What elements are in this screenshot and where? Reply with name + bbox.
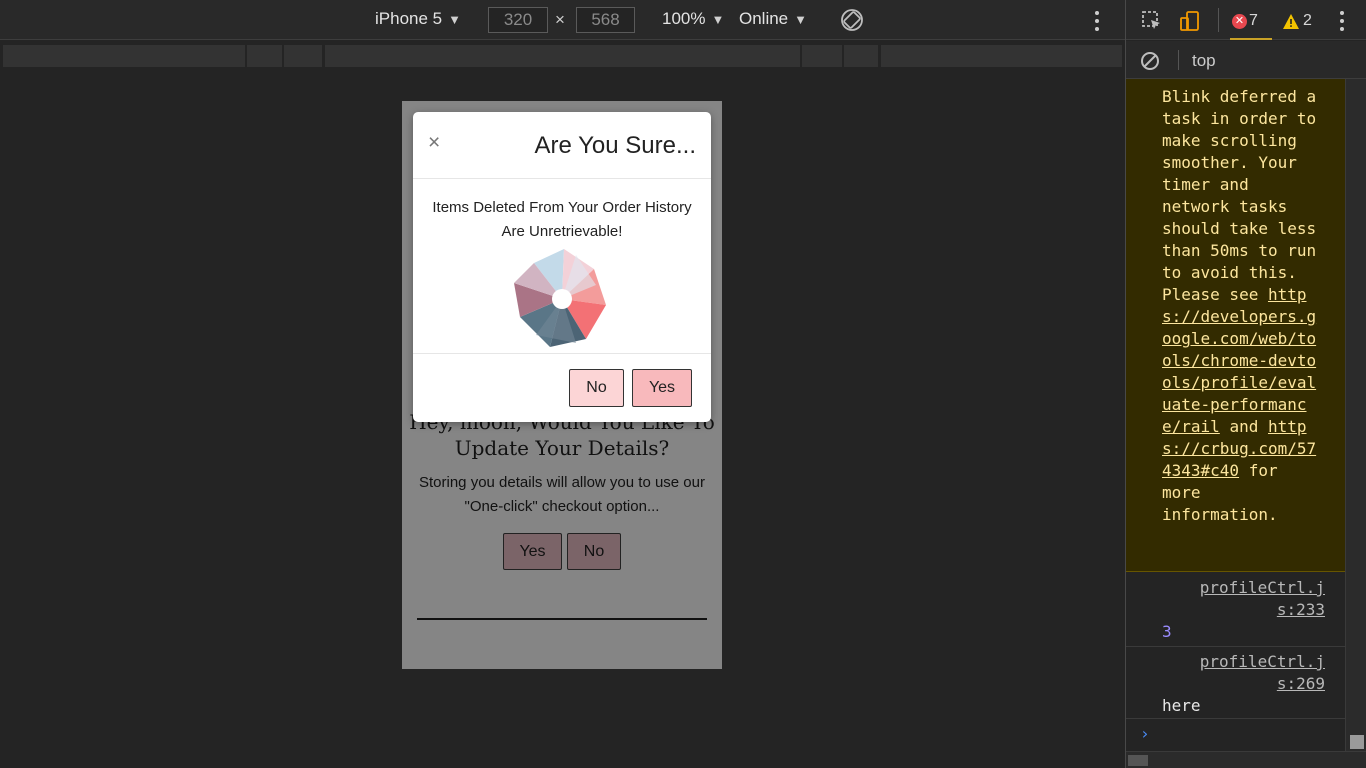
horizontal-scrollbar-thumb[interactable] bbox=[1128, 755, 1148, 766]
context-selector[interactable]: top bbox=[1192, 51, 1216, 71]
warning-and: and bbox=[1229, 417, 1259, 436]
filter-separator bbox=[1178, 50, 1179, 70]
warning-icon bbox=[1283, 13, 1299, 29]
warning-count: 2 bbox=[1303, 12, 1312, 29]
update-details-text: Storing you details will allow you to us… bbox=[419, 474, 705, 515]
modal-title: Are You Sure... bbox=[534, 132, 696, 159]
device-toggle-icon[interactable] bbox=[1178, 9, 1202, 33]
media-query-segment[interactable] bbox=[325, 45, 800, 67]
rail-docs-link[interactable]: https://developers.google.com/web/tools/… bbox=[1162, 285, 1316, 436]
modal-body: Items Deleted From Your Order History Ar… bbox=[413, 179, 711, 354]
source-link[interactable]: profileCtrl.js:233 bbox=[1185, 577, 1325, 621]
console-prompt-icon[interactable]: › bbox=[1140, 723, 1150, 745]
divider bbox=[417, 618, 707, 620]
media-query-segment[interactable] bbox=[3, 45, 245, 67]
warning-count-badge[interactable]: 2 bbox=[1283, 8, 1312, 34]
rotate-icon[interactable] bbox=[840, 8, 864, 32]
dimension-times: × bbox=[555, 10, 565, 29]
modal-no-button[interactable]: No bbox=[569, 369, 624, 407]
error-icon: ✕ bbox=[1232, 13, 1247, 29]
media-query-segment[interactable] bbox=[881, 45, 1122, 67]
caret-down-icon: ▼ bbox=[711, 11, 725, 27]
active-tab-indicator bbox=[1230, 38, 1272, 40]
log-value: here bbox=[1162, 696, 1201, 715]
caret-down-icon: ▼ bbox=[448, 11, 461, 27]
console-output: Blink deferred a task in order to make s… bbox=[1126, 79, 1345, 768]
throttle-select[interactable]: Online ▼ bbox=[739, 9, 807, 29]
console-warning-message: Blink deferred a task in order to make s… bbox=[1126, 79, 1345, 572]
toolbar-separator bbox=[1218, 8, 1219, 32]
devtools-menu-icon[interactable] bbox=[1333, 9, 1351, 33]
width-input[interactable]: 320 bbox=[488, 7, 548, 33]
warning-message-text: Blink deferred a task in order to make s… bbox=[1162, 86, 1322, 526]
media-query-segment[interactable] bbox=[284, 45, 322, 67]
height-input[interactable]: 568 bbox=[576, 7, 635, 33]
confirm-delete-modal: × Are You Sure... Items Deleted From You… bbox=[413, 112, 711, 422]
throttle-value: Online bbox=[739, 9, 789, 28]
console-log-entry: profileCtrl.js:269 here bbox=[1126, 647, 1345, 719]
console-log-entry: profileCtrl.js:233 3 bbox=[1126, 573, 1345, 647]
devtools-panel: ✕ 7 2 top Blink deferred a task in order… bbox=[1125, 0, 1366, 768]
warning-text-before: Blink deferred a task in order to make s… bbox=[1162, 87, 1317, 304]
modal-message: Items Deleted From Your Order History Ar… bbox=[432, 199, 692, 240]
close-icon[interactable]: × bbox=[428, 132, 440, 153]
modal-yes-button[interactable]: Yes bbox=[632, 369, 692, 407]
error-count: 7 bbox=[1249, 12, 1258, 29]
zoom-value: 100% bbox=[662, 9, 706, 28]
media-query-segment[interactable] bbox=[802, 45, 842, 67]
log-value: 3 bbox=[1162, 622, 1172, 641]
media-query-segment[interactable] bbox=[844, 45, 878, 67]
inspect-element-icon[interactable] bbox=[1140, 9, 1164, 33]
media-query-bar bbox=[0, 42, 1125, 68]
device-name: iPhone 5 bbox=[375, 9, 443, 28]
device-select[interactable]: iPhone 5 ▼ bbox=[375, 9, 461, 29]
media-query-segment[interactable] bbox=[247, 45, 282, 67]
scrollbar-thumb[interactable] bbox=[1350, 735, 1364, 749]
device-viewport: Hey, moon, Would You Like To Update Your… bbox=[402, 101, 722, 669]
loading-spinner-icon bbox=[514, 249, 606, 347]
update-yes-button[interactable]: Yes bbox=[503, 533, 562, 570]
source-link[interactable]: profileCtrl.js:269 bbox=[1185, 651, 1325, 695]
devtools-toolbar: ✕ 7 2 bbox=[1126, 0, 1366, 40]
error-count-badge[interactable]: ✕ 7 bbox=[1232, 8, 1258, 34]
modal-footer: No Yes bbox=[413, 354, 711, 421]
caret-down-icon: ▼ bbox=[794, 11, 808, 27]
modal-header: × Are You Sure... bbox=[413, 112, 711, 179]
clear-console-icon[interactable] bbox=[1140, 51, 1160, 71]
more-options-icon[interactable] bbox=[1088, 9, 1106, 33]
console-filter-bar: top bbox=[1126, 41, 1366, 79]
zoom-select[interactable]: 100% ▼ bbox=[662, 9, 724, 29]
console-scrollbar[interactable] bbox=[1345, 79, 1366, 768]
horizontal-scrollbar[interactable] bbox=[1126, 751, 1366, 768]
update-no-button[interactable]: No bbox=[567, 533, 621, 570]
device-toolbar: iPhone 5 ▼ 320 × 568 100% ▼ Online ▼ bbox=[0, 0, 1125, 40]
